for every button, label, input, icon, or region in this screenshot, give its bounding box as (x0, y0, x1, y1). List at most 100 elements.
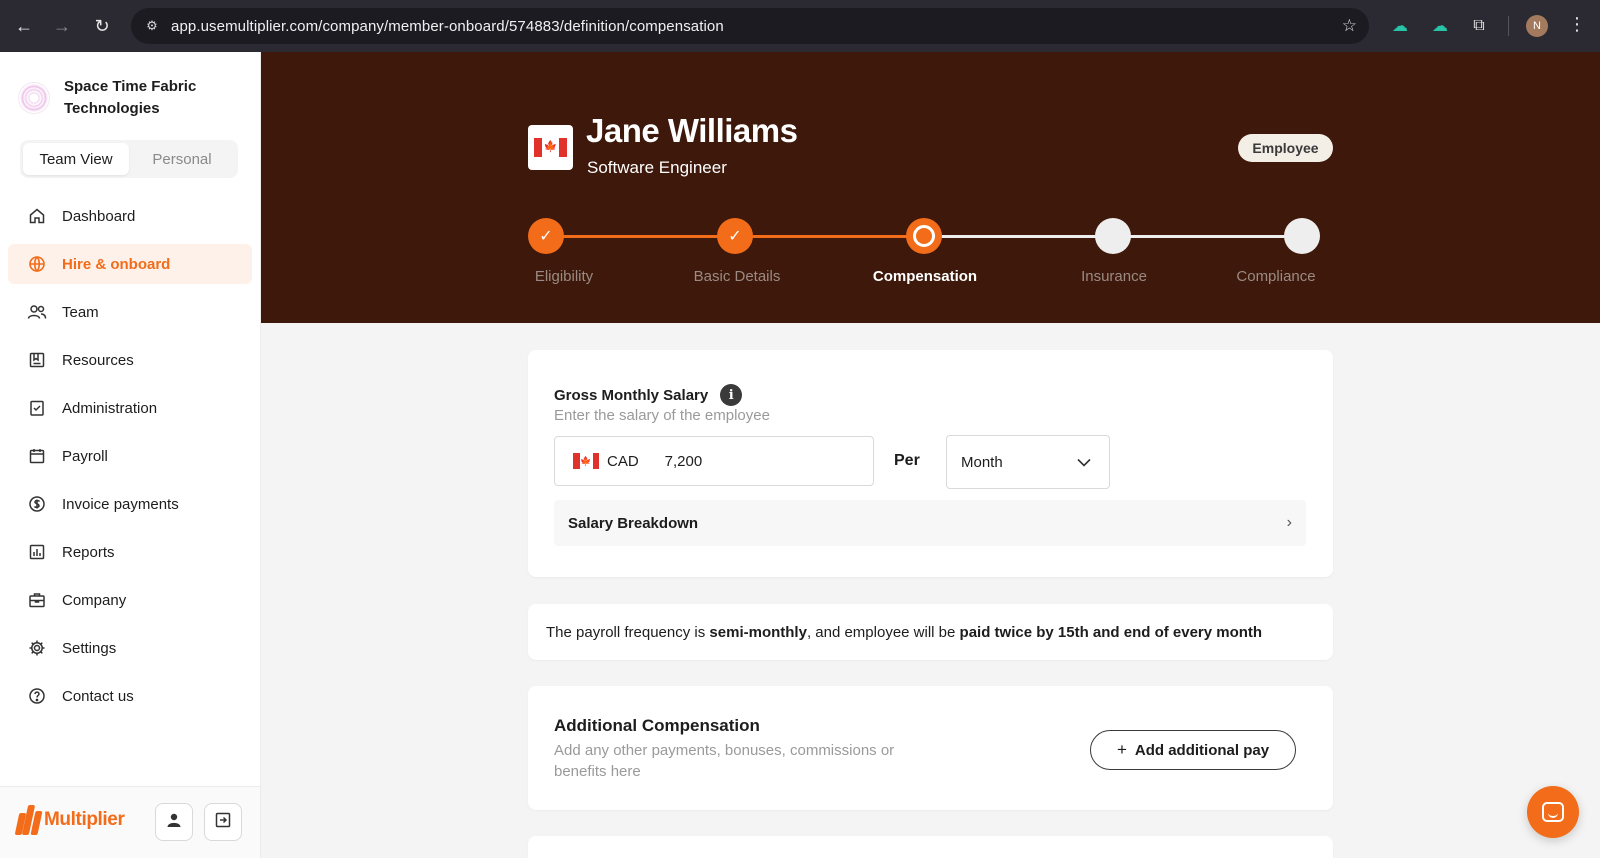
canada-flag-icon: 🍁 (528, 125, 573, 170)
help-circle-icon (26, 685, 48, 707)
step-basic-details-indicator[interactable]: ✓ (717, 218, 753, 254)
per-label: Per (894, 452, 920, 469)
pay-frequency-select[interactable]: Month (946, 435, 1110, 489)
bar-chart-icon (26, 541, 48, 563)
home-icon (26, 205, 48, 227)
salary-breakdown-label: Salary Breakdown (568, 514, 699, 532)
salary-amount-input[interactable]: 🍁 CAD 7,200 (554, 436, 874, 486)
sidebar-item-company[interactable]: Company (8, 580, 252, 620)
step-label-compensation[interactable]: Compensation (873, 268, 977, 285)
sidebar-item-label: Invoice payments (62, 495, 179, 513)
sidebar: Space Time Fabric Technologies Team View… (0, 52, 261, 858)
step-label-eligibility[interactable]: Eligibility (535, 268, 593, 285)
org-switcher[interactable]: Space Time Fabric Technologies (18, 76, 214, 120)
step-label-basic-details[interactable]: Basic Details (694, 268, 781, 285)
chat-support-button[interactable] (1527, 786, 1579, 838)
salary-breakdown-toggle[interactable]: Salary Breakdown › (554, 500, 1306, 546)
add-additional-pay-button[interactable]: + Add additional pay (1090, 730, 1296, 770)
canada-flag-icon: 🍁 (573, 453, 599, 469)
sidebar-item-label: Hire & onboard (62, 255, 171, 273)
salary-subtitle: Enter the salary of the employee (554, 407, 770, 424)
payroll-frequency-value: semi-monthly (709, 623, 807, 641)
sidebar-item-label: Team (62, 303, 99, 321)
clipboard-check-icon (26, 397, 48, 419)
sidebar-item-invoice-payments[interactable]: Invoice payments (8, 484, 252, 524)
employee-role: Software Engineer (587, 158, 727, 177)
sidebar-item-contact-us[interactable]: Contact us (8, 676, 252, 716)
team-icon (26, 301, 48, 323)
sidebar-item-dashboard[interactable]: Dashboard (8, 196, 252, 236)
chevron-right-icon: › (1286, 514, 1292, 531)
dollar-circle-icon (26, 493, 48, 515)
calendar-icon (26, 445, 48, 467)
canada-flag: 🍁 (534, 138, 567, 157)
site-settings-icon[interactable]: ⚙ (143, 17, 161, 35)
address-bar[interactable]: ⚙ app.usemultiplier.com/company/member-o… (131, 8, 1369, 44)
step-eligibility-indicator[interactable]: ✓ (528, 218, 564, 254)
sidebar-footer: Multiplier (0, 786, 260, 858)
org-name: Space Time Fabric Technologies (64, 78, 197, 117)
additional-compensation-subtitle: Add any other payments, bonuses, commiss… (554, 742, 895, 780)
payroll-note-middle: , and employee will be (806, 623, 960, 641)
profile-avatar[interactable]: N (1526, 15, 1548, 37)
salary-card: Gross Monthly Salary i Enter the salary … (528, 350, 1333, 577)
multiplier-logo: Multiplier (14, 805, 125, 835)
user-profile-button[interactable] (155, 803, 193, 841)
browser-menu-icon[interactable]: ⋮ (1568, 14, 1586, 35)
payroll-note-prefix: The payroll frequency is (546, 623, 710, 641)
extensions-puzzle-icon[interactable]: ⧉ (1468, 15, 1490, 37)
sidebar-item-hire-onboard[interactable]: Hire & onboard (8, 244, 252, 284)
resources-icon (26, 349, 48, 371)
sidebar-nav: Dashboard Hire & onboard Team Resources … (8, 196, 252, 724)
step-insurance-indicator (1095, 218, 1131, 254)
onboarding-header: 🍁 Jane Williams Software Engineer Employ… (261, 52, 1600, 323)
cloud-extension-icon-2[interactable]: ☁ (1429, 15, 1451, 37)
sidebar-item-label: Administration (62, 399, 158, 417)
chat-icon (1542, 802, 1564, 822)
plus-icon: + (1116, 740, 1127, 759)
briefcase-icon (26, 589, 48, 611)
sidebar-item-reports[interactable]: Reports (8, 532, 252, 572)
sidebar-item-label: Reports (62, 543, 115, 561)
info-icon[interactable]: i (720, 384, 743, 406)
team-view-tab[interactable]: Team View (23, 143, 129, 175)
url-text[interactable]: app.usemultiplier.com/company/member-onb… (171, 18, 724, 35)
onboarding-stepper: ✓ ✓ Eligibility Basic Details Compensati… (528, 218, 1333, 298)
browser-toolbar: ← → ↻ ⚙ app.usemultiplier.com/company/me… (0, 0, 1600, 52)
payroll-frequency-note: The payroll frequency is semi-monthly, a… (528, 604, 1333, 660)
sidebar-item-settings[interactable]: Settings (8, 628, 252, 668)
chevron-down-icon (1077, 454, 1091, 471)
personal-view-tab[interactable]: Personal (129, 143, 235, 175)
cloud-extension-icon[interactable]: ☁ (1389, 15, 1411, 37)
add-additional-pay-label: Add additional pay (1134, 741, 1270, 759)
step-label-insurance: Insurance (1081, 268, 1147, 285)
employee-name: Jane Williams (586, 112, 798, 149)
gear-icon (26, 637, 48, 659)
sidebar-item-label: Resources (62, 351, 134, 369)
org-logo (18, 82, 50, 114)
step-label-compliance: Compliance (1236, 268, 1316, 285)
sidebar-item-label: Dashboard (62, 207, 136, 225)
multiplier-logo-mark (14, 805, 43, 835)
back-arrow-icon[interactable]: ← (12, 14, 36, 38)
sidebar-item-administration[interactable]: Administration (8, 388, 252, 428)
sidebar-item-label: Company (62, 591, 127, 609)
brand-name: Multiplier (44, 809, 125, 830)
check-icon: ✓ (728, 228, 742, 245)
salary-amount-value[interactable]: 7,200 (665, 453, 703, 470)
view-toggle: Team View Personal (20, 140, 238, 178)
currency-code[interactable]: CAD (607, 453, 639, 470)
sidebar-item-label: Settings (62, 639, 117, 657)
salary-title: Gross Monthly Salary i (554, 384, 743, 406)
sidebar-item-team[interactable]: Team (8, 292, 252, 332)
forward-arrow-icon[interactable]: → (50, 14, 74, 38)
sidebar-item-resources[interactable]: Resources (8, 340, 252, 380)
additional-compensation-card: Additional Compensation Add any other pa… (528, 686, 1333, 810)
step-compensation-indicator[interactable] (906, 218, 942, 254)
bookmark-star-icon[interactable]: ☆ (1342, 16, 1357, 36)
sidebar-item-payroll[interactable]: Payroll (8, 436, 252, 476)
logout-button[interactable] (204, 803, 242, 841)
reload-icon[interactable]: ↻ (90, 14, 114, 38)
salary-title-text: Gross Monthly Salary (554, 386, 709, 404)
globe-icon (26, 253, 48, 275)
